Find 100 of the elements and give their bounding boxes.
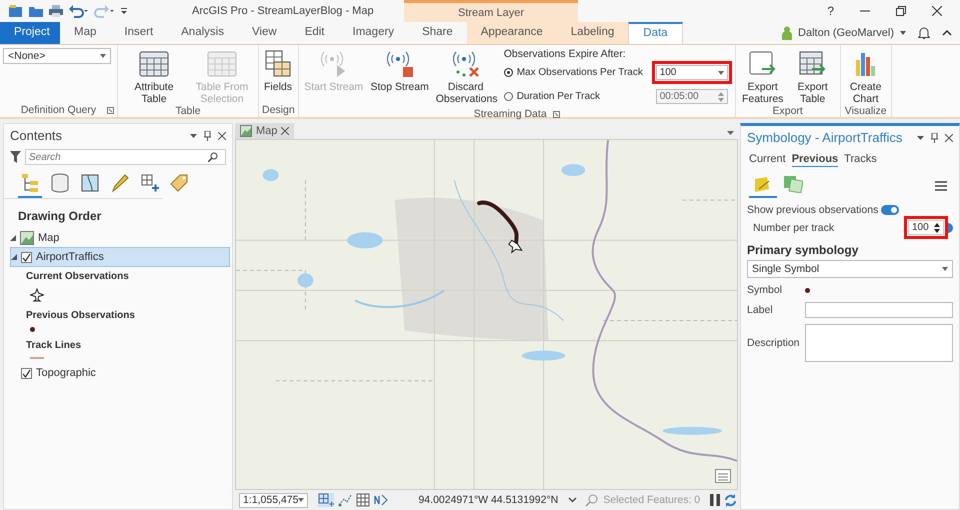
dialog-launcher-icon[interactable]: [552, 110, 560, 118]
ribbon-button[interactable]: Stop Stream: [368, 48, 432, 93]
pin-icon[interactable]: [204, 130, 211, 140]
fields-table-icon: [265, 50, 291, 78]
search-icon[interactable]: [208, 152, 218, 162]
hierarchy-icon: [20, 173, 40, 193]
layer-row[interactable]: AirportTraffics: [10, 247, 230, 267]
ribbon-tab[interactable]: Labeling: [556, 22, 628, 44]
dialog-launcher-icon[interactable]: [107, 106, 114, 114]
line-symbol-icon: [30, 357, 44, 359]
ribbon-tab[interactable]: Share: [408, 22, 467, 44]
table-icon: [138, 50, 170, 78]
caret-icon: [100, 54, 106, 58]
symbology-tab[interactable]: Tracks: [844, 153, 877, 167]
new-project-icon[interactable]: [8, 4, 24, 18]
slider-thumb-icon[interactable]: [948, 222, 953, 232]
customize-caret-icon[interactable]: [120, 6, 128, 16]
symbology-tab[interactable]: Current: [749, 153, 786, 167]
pane-options-caret-icon[interactable]: [917, 136, 924, 140]
ribbon-tab[interactable]: Imagery: [338, 22, 408, 44]
layer-row[interactable]: Topographic: [10, 363, 230, 383]
expire-option-radio[interactable]: Max Observations Per Track: [504, 67, 650, 78]
field-label: Description: [747, 337, 801, 349]
map-view-tab[interactable]: Map: [235, 123, 294, 139]
ribbon-button[interactable]: Export Table: [788, 48, 837, 105]
expire-value-field[interactable]: 00:05:00: [656, 89, 728, 104]
north-arrow-icon[interactable]: [374, 493, 388, 507]
layer-name: Topographic: [36, 367, 96, 379]
ribbon-tab[interactable]: Insert: [110, 22, 168, 44]
database-icon: [50, 173, 70, 193]
group-label: Table: [175, 105, 201, 117]
symbol-swatch-icon[interactable]: [805, 288, 810, 292]
tab-list-caret-icon[interactable]: [727, 131, 734, 135]
grid-icon[interactable]: [356, 493, 370, 507]
pencil-icon: [110, 173, 130, 193]
tree-item[interactable]: Map: [38, 232, 60, 244]
undo-icon[interactable]: [68, 4, 90, 18]
ribbon-button[interactable]: Create Chart: [844, 48, 888, 105]
layer-list-icon[interactable]: [715, 469, 731, 483]
definition-query-dropdown[interactable]: <None>: [3, 48, 111, 64]
tag-icon: [170, 173, 190, 193]
legend-heading: Current Observations: [26, 271, 130, 282]
description-input-field[interactable]: [805, 324, 953, 362]
expand-icon[interactable]: [11, 254, 17, 260]
radio-dot[interactable]: [504, 68, 513, 77]
ribbon-tab[interactable]: Project: [0, 22, 60, 44]
section-heading: Drawing Order: [17, 208, 102, 225]
caret-icon[interactable]: [900, 31, 906, 35]
close-icon[interactable]: [932, 6, 942, 16]
refresh-icon[interactable]: [724, 494, 738, 506]
restore-icon[interactable]: [896, 6, 906, 16]
coordinates-readout: 94.0024971°W 44.5131992°N: [418, 494, 558, 506]
chevron-down-icon[interactable]: [568, 497, 578, 503]
scale-dropdown[interactable]: 1:1,055,475: [239, 492, 308, 508]
setting-label: Number per track: [753, 222, 834, 234]
ribbon-button[interactable]: Attribute Table: [121, 48, 187, 105]
ribbon-tab[interactable]: Appearance: [466, 22, 557, 44]
expand-icon[interactable]: [10, 235, 16, 241]
number-spinner[interactable]: 100: [908, 220, 944, 235]
ribbon-tab[interactable]: Edit: [290, 22, 339, 44]
airplane-icon[interactable]: [508, 240, 523, 254]
bell-icon[interactable]: [918, 26, 930, 40]
ribbon-tab[interactable]: Map: [60, 22, 110, 44]
layer-checkbox[interactable]: [21, 368, 32, 378]
expire-value-field[interactable]: 100: [656, 65, 728, 80]
layer-name: AirportTraffics: [36, 251, 104, 263]
ribbon-tab[interactable]: Analysis: [167, 22, 238, 44]
pane-title: Symbology - AirportTraffics: [747, 130, 902, 145]
grid-add-icon[interactable]: [318, 493, 334, 507]
airplane-symbol-icon: [30, 288, 44, 302]
layer-checkbox[interactable]: [21, 252, 32, 262]
expire-option-radio[interactable]: Duration Per Track: [504, 91, 650, 102]
filter-icon[interactable]: [10, 151, 21, 163]
ribbon-tab[interactable]: View: [238, 22, 291, 44]
collapse-ribbon-icon[interactable]: [942, 30, 952, 36]
ribbon-button[interactable]: Fields: [262, 48, 294, 93]
printer-icon[interactable]: [48, 4, 64, 18]
section-heading: Primary symbology: [746, 242, 860, 259]
help-button[interactable]: ?: [827, 4, 834, 18]
ribbon-button[interactable]: Export Features: [738, 48, 787, 105]
folder-icon[interactable]: [28, 4, 44, 18]
ribbon-button[interactable]: Discard Observations: [434, 48, 498, 105]
ribbon-tab[interactable]: Data: [628, 22, 683, 44]
radio-dot[interactable]: [504, 92, 513, 101]
symbology-tab[interactable]: Previous: [792, 153, 838, 167]
show-previous-toggle[interactable]: [881, 205, 900, 215]
symbology-type-dropdown[interactable]: Single Symbol: [747, 260, 953, 278]
dot-symbol-icon: [30, 327, 35, 332]
close-icon[interactable]: [945, 134, 953, 142]
menu-icon[interactable]: [935, 180, 947, 190]
pane-options-caret-icon[interactable]: [190, 134, 197, 138]
close-icon[interactable]: [218, 132, 226, 140]
close-icon[interactable]: [281, 127, 290, 135]
pin-icon[interactable]: [931, 132, 938, 142]
user-name[interactable]: Dalton (GeoMarvel): [798, 27, 894, 39]
view-tab[interactable]: [18, 171, 42, 198]
search-field[interactable]: Search: [25, 149, 226, 165]
pause-icon[interactable]: [710, 494, 720, 506]
label-input-field[interactable]: [805, 302, 953, 318]
snapping-icon[interactable]: [338, 493, 352, 507]
